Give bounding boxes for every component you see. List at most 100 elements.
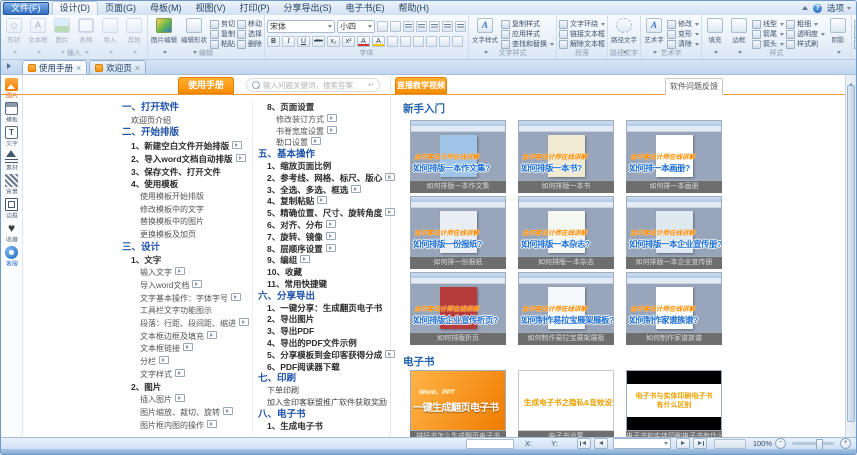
toc-item[interactable]: 4、复制粘贴: [258, 196, 388, 208]
decrease-font-icon[interactable]: [390, 21, 401, 32]
toc-item[interactable]: 修改模板中的文字: [122, 204, 248, 217]
toc-item[interactable]: 分栏: [122, 356, 248, 369]
ribbon-button-style-brush[interactable]: 样式刷: [786, 40, 825, 48]
toc-item[interactable]: 4、使用模板: [122, 178, 248, 191]
toc-item[interactable]: 导入word文档: [122, 280, 248, 293]
toc-item[interactable]: 2、图片: [122, 381, 248, 394]
toc-item[interactable]: 五、基本操作: [258, 149, 388, 161]
toc-item[interactable]: 8、页面设置: [258, 102, 388, 114]
ribbon-button-apply-style[interactable]: 应用样式: [501, 30, 554, 38]
ribbon-button-clear[interactable]: 清除: [667, 40, 699, 48]
video-thumb[interactable]: 金印客设计师在线讲解如何排版企业宣传折页?如何排版折页: [410, 272, 506, 345]
strike-button[interactable]: abc: [312, 36, 325, 47]
video-thumb[interactable]: 金印客设计师在线讲解如何排一本画册?如何排一本画册: [626, 120, 722, 193]
menu-tab-share-export[interactable]: 分享导出(S): [277, 1, 339, 15]
ribbon-button-paste[interactable]: 粘贴: [210, 40, 235, 48]
align-center-icon[interactable]: [416, 21, 427, 32]
justify-icon[interactable]: [442, 21, 453, 32]
superscript-button[interactable]: x²: [342, 36, 355, 47]
video-thumb[interactable]: 金印客设计师在线讲解如何排版一本企业宣传册?如何排版一本企业宣传册: [626, 196, 722, 269]
previous-page-button[interactable]: [594, 438, 608, 449]
scroll-up-icon[interactable]: [846, 74, 856, 83]
ribbon-button-arrow-head[interactable]: 箭头: [752, 40, 784, 48]
ribbon-button-link-textbox[interactable]: 链接文本框: [559, 30, 605, 38]
video-thumb[interactable]: 金印客设计师在线讲解如何制作家谱族谱?如何制作家谱族谱: [626, 272, 722, 345]
toc-item[interactable]: 工具栏文字功能图示: [122, 305, 248, 318]
bold-button[interactable]: B: [267, 36, 280, 47]
toc-item[interactable]: 3、全选、多选、框选: [258, 185, 388, 197]
sidebar-item-backgrounds[interactable]: 背景: [5, 174, 19, 197]
menu-tab-help[interactable]: 帮助(H): [392, 1, 437, 15]
toc-item[interactable]: 2、参考线、网格、标尺、版心: [258, 173, 388, 185]
last-page-button[interactable]: [693, 438, 707, 449]
close-icon[interactable]: ×: [76, 64, 81, 72]
toc-item[interactable]: 修改装订方式: [258, 114, 388, 126]
collapse-ribbon-icon[interactable]: [802, 6, 808, 10]
menu-tab-page[interactable]: 页面(G): [98, 1, 143, 15]
ribbon-button-unlink-textbox[interactable]: 解除文本框: [559, 40, 605, 48]
font-color-button[interactable]: A: [357, 36, 370, 47]
ribbon-button-opacity[interactable]: 透明度: [786, 30, 825, 38]
ribbon-button-transform[interactable]: 变形: [667, 30, 699, 38]
toc-item[interactable]: 段落：行距、段间距、缩进: [122, 318, 248, 331]
font-size-select[interactable]: 小四: [337, 20, 375, 33]
toc-item[interactable]: 文本框边框及填充: [122, 331, 248, 344]
video-thumb[interactable]: 金印客设计师在线讲解如何制作易拉宝展架展板?如何制作易拉宝展架展板: [518, 272, 614, 345]
highlight-button[interactable]: A: [372, 36, 385, 47]
menu-tab-design[interactable]: 设计(D): [52, 1, 99, 15]
search-box[interactable]: 输入问题关键词，搜索答案 ↵: [246, 78, 380, 92]
video-thumb[interactable]: 金印客设计师在线讲解如何排版一本杂志?如何排版一本杂志: [518, 196, 614, 269]
toc-item[interactable]: 5、精确位置、尺寸、旋转角度: [258, 208, 388, 220]
toc-item[interactable]: 图片框内图的操作: [122, 420, 248, 433]
ribbon-button-copy[interactable]: 复制: [210, 30, 235, 38]
toc-item[interactable]: 八、电子书: [258, 409, 388, 421]
toc-item[interactable]: 7、旋转、镜像: [258, 232, 388, 244]
video-thumb[interactable]: 金印客设计师在线讲解如何排版一份报纸?如何排一份报纸: [410, 196, 506, 269]
sidebar-item-favorites[interactable]: ♥收藏: [5, 222, 19, 245]
underline-button[interactable]: U: [297, 36, 310, 47]
video-thumb[interactable]: 金印客设计师在线讲解如何排版一本作文集?如何排版一本作文集: [410, 120, 506, 193]
toc-item[interactable]: 11、常用快捷键: [258, 279, 388, 291]
options-button[interactable]: 选项: [827, 2, 851, 14]
ribbon-button-move[interactable]: 移动: [237, 20, 262, 28]
sidebar-item-service[interactable]: 客服: [5, 246, 19, 269]
toc-item[interactable]: 下单印刷: [258, 385, 388, 397]
menu-tab-view[interactable]: 视图(V): [189, 1, 233, 15]
video-thumb[interactable]: 金印客设计师在线讲解如何排版一本书?如何排版一本书: [518, 120, 614, 193]
toc-item[interactable]: 1、文字: [122, 254, 248, 267]
doc-tab-manual[interactable]: 使用手册×: [22, 60, 87, 74]
toc-item[interactable]: 三、设计: [122, 242, 248, 255]
ribbon-button-send-backward[interactable]: 下一层: [854, 30, 856, 38]
toc-item[interactable]: 1、生成电子书: [258, 421, 388, 433]
italic-button[interactable]: I: [282, 36, 295, 47]
ribbon-button-bring-forward[interactable]: 上一层: [854, 20, 856, 28]
toc-item[interactable]: 3、导出PDF: [258, 326, 388, 338]
toc-item[interactable]: 1、新建空白文件开始排版: [122, 140, 248, 153]
toc-item[interactable]: 10、收藏: [258, 267, 388, 279]
toc-item[interactable]: 1、缩放页面比例: [258, 161, 388, 173]
toc-item[interactable]: 欢迎页介绍: [122, 115, 248, 128]
sidebar-item-materials[interactable]: 素材: [5, 150, 19, 173]
ribbon-button-cut[interactable]: 剪切: [210, 20, 235, 28]
toc-item[interactable]: 2、导出图片: [258, 314, 388, 326]
feedback-tab-button[interactable]: 软件问题反馈: [665, 78, 723, 95]
page-select-combo[interactable]: [613, 438, 671, 449]
toc-item[interactable]: 2、导入word文档自动排版: [122, 153, 248, 166]
toc-item[interactable]: 一、打开软件: [122, 102, 248, 115]
toc-item[interactable]: 勒口设置: [258, 137, 388, 149]
menu-tab-ebook[interactable]: 电子书(E): [339, 1, 392, 15]
sidebar-item-text[interactable]: T文字: [5, 126, 19, 149]
ribbon-button-group[interactable]: 组合: [854, 40, 856, 48]
distribute-icon[interactable]: [455, 21, 466, 32]
toc-item[interactable]: 输入文字: [122, 267, 248, 280]
toc-item[interactable]: 图片缩放、裁切、旋转: [122, 407, 248, 420]
ribbon-button-select[interactable]: 选择: [237, 30, 262, 38]
vertical-scrollbar[interactable]: [845, 74, 856, 437]
toc-item[interactable]: 4、导出的PDF文件示例: [258, 338, 388, 350]
video-thumb[interactable]: 生成电子书之隐私&音效设置电子书设置: [518, 370, 614, 437]
toc-item[interactable]: 6、PDF阅读器下载: [258, 362, 388, 374]
numbering-icon[interactable]: [452, 36, 463, 47]
align-left-icon[interactable]: [403, 21, 414, 32]
close-icon[interactable]: ×: [135, 64, 140, 72]
toc-item[interactable]: 加入金印客联盟推广软件获取奖励: [258, 397, 388, 409]
